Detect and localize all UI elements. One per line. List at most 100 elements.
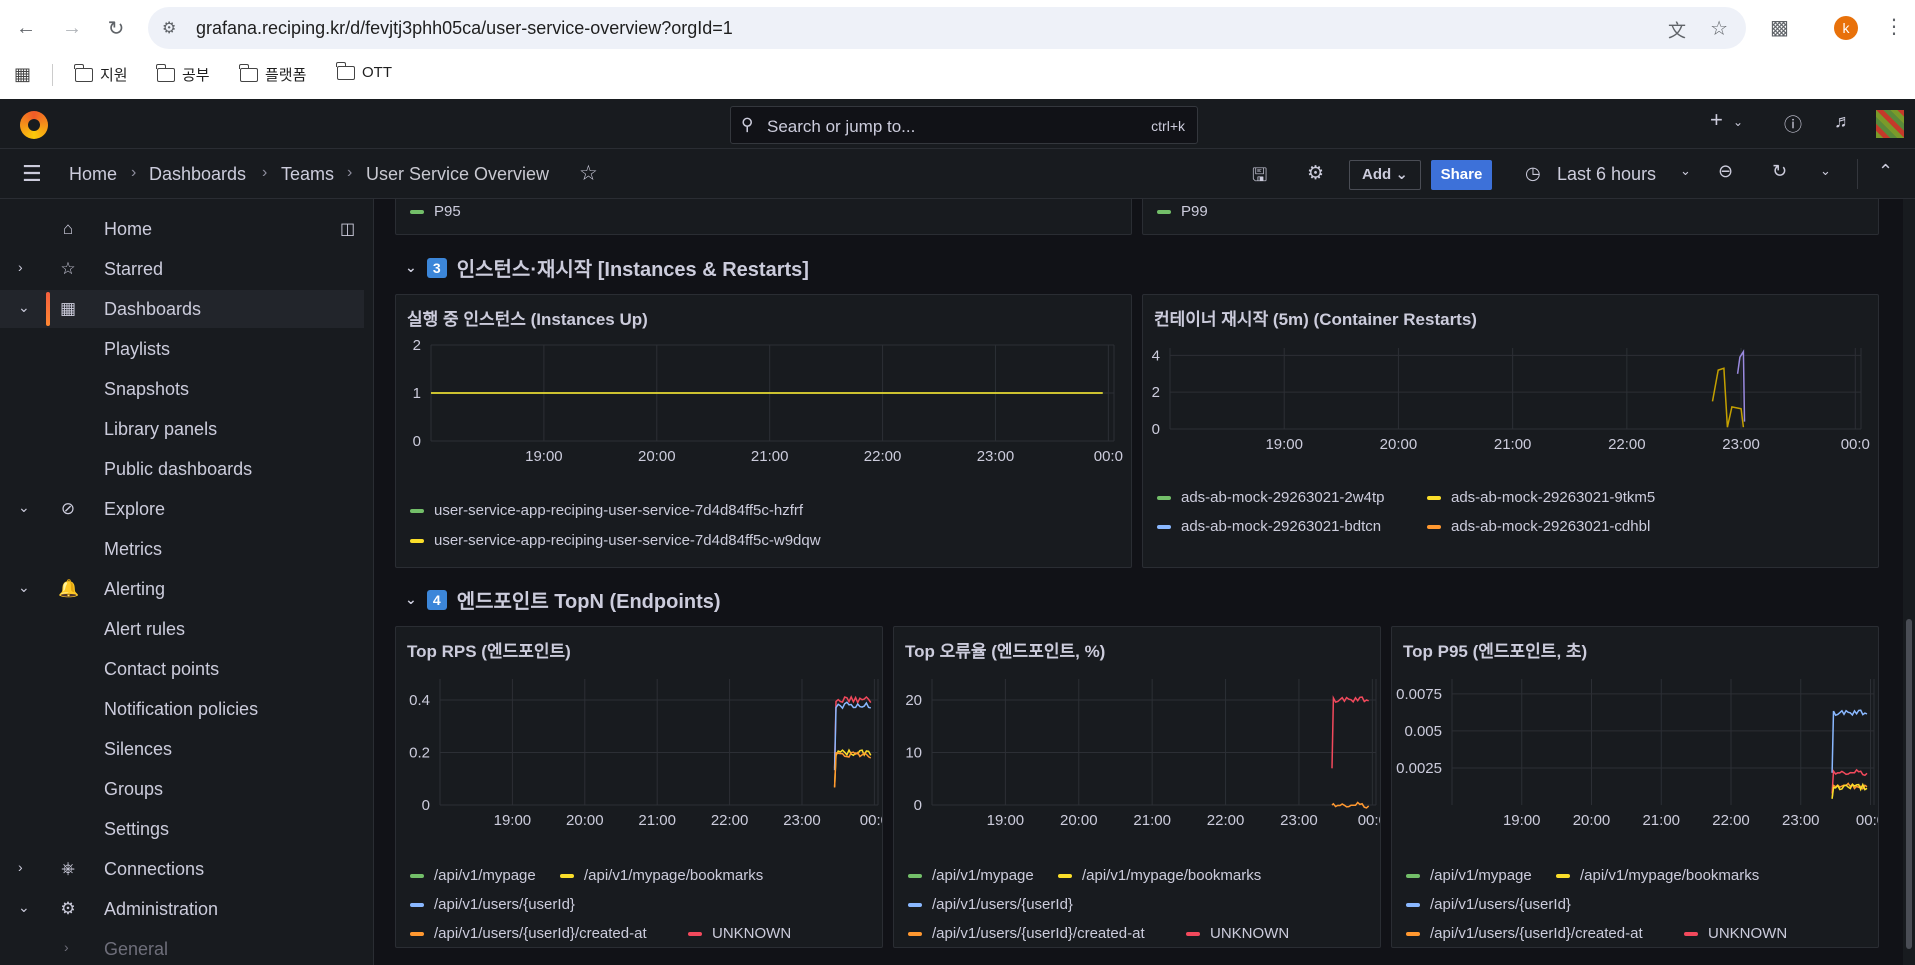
chevron-down-icon[interactable]: ⌄: [18, 579, 30, 596]
sidebar-item-metrics[interactable]: Metrics: [0, 530, 364, 568]
legend-item[interactable]: /api/v1/mypage/bookmarks: [1556, 867, 1759, 884]
legend-item[interactable]: /api/v1/mypage/bookmarks: [560, 867, 763, 884]
collapse-icon[interactable]: ⌃: [1878, 161, 1893, 182]
breadcrumb-dashboards[interactable]: Dashboards: [149, 164, 246, 185]
chevron-down-icon[interactable]: ⌄: [18, 299, 30, 316]
zoom-out-icon[interactable]: ⊖: [1718, 161, 1733, 182]
sidebar-item-silences[interactable]: Silences: [0, 730, 364, 768]
legend-item[interactable]: P99: [1157, 203, 1208, 220]
legend-item[interactable]: /api/v1/users/{userId}/created-at: [908, 925, 1145, 942]
menu-dots-icon[interactable]: ⋮: [1884, 14, 1904, 39]
search-input[interactable]: ⚲ Search or jump to... ctrl+k: [730, 106, 1198, 144]
sidebar-item-library-panels[interactable]: Library panels: [0, 410, 364, 448]
sidebar-item-playlists[interactable]: Playlists: [0, 330, 364, 368]
scrollbar[interactable]: [1903, 199, 1915, 965]
chevron-down-icon[interactable]: ⌄: [1733, 115, 1743, 129]
legend-item[interactable]: /api/v1/users/{userId}: [1406, 896, 1571, 913]
legend-item[interactable]: UNKNOWN: [1186, 925, 1289, 942]
sidebar-item-explore[interactable]: ⌄ ⊘ Explore: [0, 490, 364, 528]
site-info-icon[interactable]: ⚙: [162, 18, 182, 38]
x-tick-label: 00:0: [1094, 448, 1123, 465]
translate-icon[interactable]: 文: [1668, 17, 1686, 43]
bookmark-folder[interactable]: 플랫폼: [239, 63, 306, 85]
sidebar-item-dashboards[interactable]: ⌄ ▦ Dashboards: [0, 290, 364, 328]
legend-item[interactable]: /api/v1/users/{userId}: [908, 896, 1073, 913]
panel-top-rps[interactable]: Top RPS (엔드포인트) /api/v1/mypage/api/v1/my…: [395, 626, 883, 948]
legend-item[interactable]: user-service-app-reciping-user-service-7…: [410, 502, 803, 519]
back-icon[interactable]: ←: [10, 12, 42, 44]
legend-item[interactable]: /api/v1/users/{userId}/created-at: [1406, 925, 1643, 942]
user-avatar[interactable]: [1876, 110, 1904, 138]
legend-item[interactable]: /api/v1/mypage: [410, 867, 536, 884]
save-icon[interactable]: 🖫: [1252, 163, 1267, 193]
sidebar-item-home[interactable]: ⌂ Home: [0, 210, 364, 248]
add-button[interactable]: Add ⌄: [1349, 160, 1421, 190]
sidebar-item-notification-policies[interactable]: Notification policies: [0, 690, 364, 728]
sidebar-item-connections[interactable]: › ⎈ Connections: [0, 850, 364, 888]
chevron-right-icon[interactable]: ›: [18, 859, 23, 875]
reload-icon[interactable]: ↻: [100, 12, 132, 44]
share-button[interactable]: Share: [1431, 160, 1492, 190]
legend-item[interactable]: ads-ab-mock-29263021-9tkm5: [1427, 489, 1655, 506]
legend-item[interactable]: UNKNOWN: [1684, 925, 1787, 942]
row-header-instances[interactable]: ⌄ 3 인스턴스·재시작 [Instances & Restarts]: [405, 253, 809, 282]
legend-item[interactable]: user-service-app-reciping-user-service-7…: [410, 532, 821, 549]
address-bar[interactable]: ⚙ grafana.reciping.kr/d/fevjtj3phh05ca/u…: [148, 7, 1746, 49]
chevron-right-icon[interactable]: ›: [64, 939, 69, 955]
breadcrumb-teams[interactable]: Teams: [281, 164, 334, 185]
url-text[interactable]: grafana.reciping.kr/d/fevjtj3phh05ca/use…: [196, 18, 733, 39]
legend-item[interactable]: /api/v1/mypage/bookmarks: [1058, 867, 1261, 884]
legend-item[interactable]: /api/v1/mypage: [1406, 867, 1532, 884]
sidebar-item-settings[interactable]: Settings: [0, 810, 364, 848]
bookmark-folder[interactable]: OTT: [336, 61, 392, 81]
sidebar-item-contact-points[interactable]: Contact points: [0, 650, 364, 688]
sidebar-item-snapshots[interactable]: Snapshots: [0, 370, 364, 408]
help-icon[interactable]: ⓘ: [1784, 111, 1802, 137]
legend-item[interactable]: /api/v1/users/{userId}: [410, 896, 575, 913]
panel-latency-p99: P99: [1142, 199, 1879, 235]
sidebar-item-general[interactable]: › General: [0, 930, 364, 965]
legend-swatch: [1427, 524, 1441, 529]
legend-item[interactable]: ads-ab-mock-29263021-2w4tp: [1157, 489, 1384, 506]
row-header-endpoints[interactable]: ⌄ 4 엔드포인트 TopN (Endpoints): [405, 585, 721, 614]
apps-grid-icon[interactable]: ▦: [14, 64, 31, 85]
panel-instances-up[interactable]: 실행 중 인스턴스 (Instances Up) 19:00 20:00 21:00…: [395, 294, 1132, 568]
legend-item[interactable]: ads-ab-mock-29263021-bdtcn: [1157, 518, 1381, 535]
bookmark-folder[interactable]: 지원: [74, 63, 128, 85]
sidebar-item-public-dashboards[interactable]: Public dashboards: [0, 450, 364, 488]
chevron-down-icon[interactable]: ⌄: [18, 899, 30, 916]
bookmark-folder[interactable]: 공부: [156, 63, 210, 85]
panel-top-p95[interactable]: Top P95 (엔드포인트, 초) /api/v1/mypage/api/v1…: [1391, 626, 1879, 948]
legend-item[interactable]: ads-ab-mock-29263021-cdhbl: [1427, 518, 1650, 535]
panel-container-restarts[interactable]: 컨테이너 재시작 (5m) (Container Restarts) 19:00…: [1142, 294, 1879, 568]
legend-item[interactable]: /api/v1/users/{userId}/created-at: [410, 925, 647, 942]
sidebar-item-groups[interactable]: Groups: [0, 770, 364, 808]
extensions-icon[interactable]: ▩: [1770, 15, 1789, 40]
bookmark-star-icon[interactable]: ☆: [1710, 16, 1728, 41]
sidebar-item-alert-rules[interactable]: Alert rules: [0, 610, 364, 648]
profile-avatar[interactable]: k: [1834, 16, 1858, 40]
grafana-logo-icon[interactable]: [20, 111, 48, 139]
refresh-icon[interactable]: ↻: [1772, 161, 1787, 182]
sidebar-item-starred[interactable]: › ☆ Starred: [0, 250, 364, 288]
chevron-right-icon[interactable]: ›: [18, 259, 23, 275]
news-icon[interactable]: ♬: [1834, 111, 1852, 132]
chevron-down-icon[interactable]: ⌄: [18, 499, 30, 516]
breadcrumb-home[interactable]: Home: [69, 164, 117, 185]
legend-item[interactable]: /api/v1/mypage: [908, 867, 1034, 884]
legend-item[interactable]: P95: [410, 203, 461, 220]
settings-icon[interactable]: ⚙: [1307, 162, 1324, 185]
scrollbar-thumb[interactable]: [1906, 619, 1912, 949]
instances-chart: 19:00 20:00 21:00 22:00 23:00 00:0 0 1 2: [413, 337, 1123, 465]
star-icon[interactable]: ☆: [579, 161, 598, 186]
menu-icon[interactable]: ☰: [22, 161, 42, 187]
refresh-interval-icon[interactable]: ⌄: [1820, 163, 1831, 179]
legend-item[interactable]: UNKNOWN: [688, 925, 791, 942]
sidebar-item-alerting[interactable]: ⌄ 🔔 Alerting: [0, 570, 364, 608]
plus-icon[interactable]: +: [1710, 107, 1723, 133]
panel-top-error-rate[interactable]: Top 오류율 (엔드포인트, %) /api/v1/mypage/api/v1…: [893, 626, 1381, 948]
time-range-picker[interactable]: Last 6 hours: [1557, 164, 1656, 185]
forward-icon[interactable]: →: [56, 12, 88, 44]
chevron-down-icon[interactable]: ⌄: [1680, 163, 1691, 179]
sidebar-item-administration[interactable]: ⌄ ⚙ Administration: [0, 890, 364, 928]
